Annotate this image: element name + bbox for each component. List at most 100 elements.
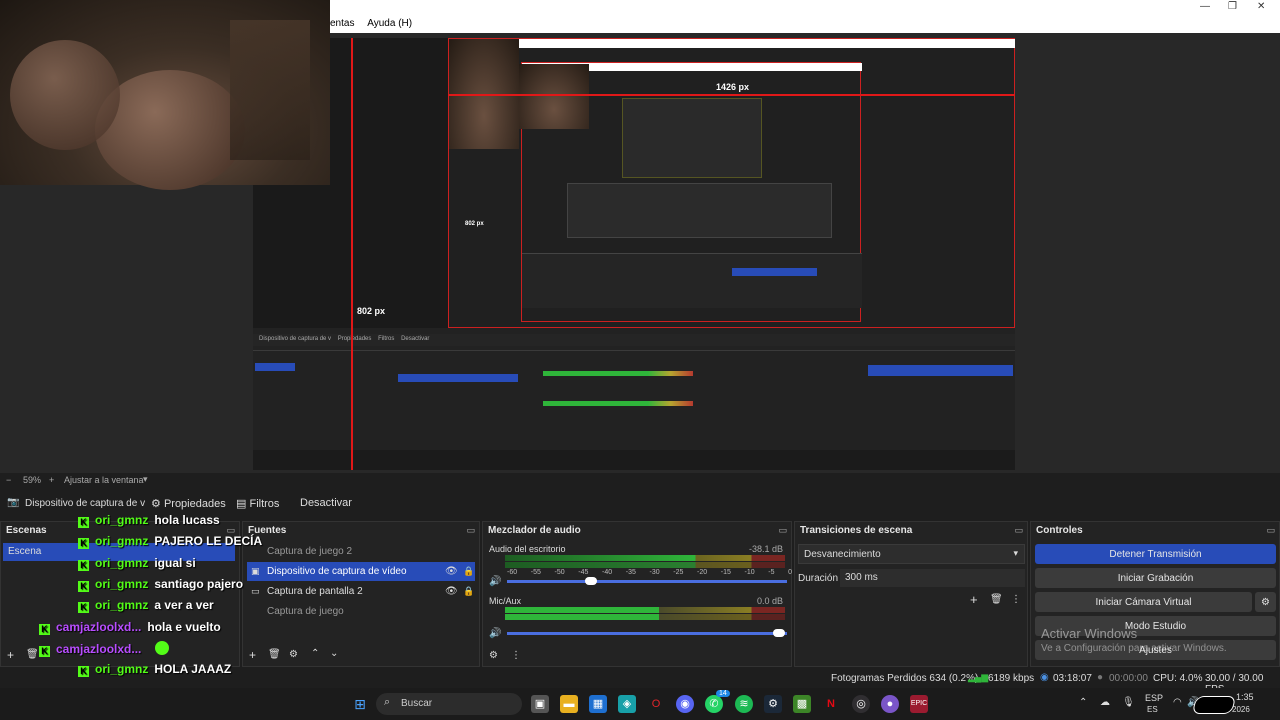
bitrate: 6189 kbps [988,673,1035,684]
clock-date[interactable]: 2026 [1232,705,1250,714]
chat-text: a ver a ver [154,598,214,612]
zoom-out-button[interactable]: − [6,475,11,485]
app-icon-purple[interactable]: ● [881,695,899,713]
chat-text: igual si [154,556,196,570]
deactivate-button[interactable]: Desactivar [292,493,360,515]
volume-slider[interactable] [507,580,787,583]
broadcast-icon: ◉ [1040,672,1049,683]
volume-meter [505,607,785,613]
close-icon[interactable]: ✕ [1257,1,1265,12]
source-item[interactable]: Captura de juego 2 [247,542,475,561]
properties-button[interactable]: ⚙ Propiedades [143,493,234,515]
stop-stream-button[interactable]: Detener Transmisión [1035,544,1276,564]
obs-icon[interactable]: ◎ [852,695,870,713]
sources-dock: Fuentes ▭ Captura de juego 2 Dispositivo… [242,521,480,667]
more-icon[interactable]: ⋮ [511,650,521,661]
volume-meter [505,555,785,561]
keyboard-layout: ES [1147,705,1158,714]
activation-watermark-text: Ve a Configuración para activar Windows. [1041,643,1227,654]
chevron-up-icon[interactable]: ⌃ [1079,697,1087,708]
add-transition-button[interactable]: + [970,592,978,607]
dock-menu-icon[interactable]: ▭ [778,525,787,536]
status-bar: Fotogramas Perdidos 634 (0.2%) ▂▄▆ 6189 … [0,668,1280,695]
kick-badge-icon: K [78,581,89,592]
file-explorer-icon[interactable]: ▬ [560,695,578,713]
wifi-icon[interactable]: ◠ [1173,697,1182,708]
add-source-button[interactable]: + [249,648,256,662]
source-item[interactable]: Dispositivo de captura de vídeo [247,562,475,581]
netflix-icon[interactable]: N [822,695,840,713]
add-scene-button[interactable]: + [7,648,14,662]
minecraft-icon[interactable]: ▩ [793,695,811,713]
transition-select[interactable]: Desvanecimiento ▾ [798,544,1025,564]
lock-icon[interactable]: 🔒 [463,566,474,577]
transition-selected-value: Desvanecimiento [804,549,881,560]
restore-icon[interactable]: ❐ [1228,1,1237,12]
gear-icon[interactable]: ⚙ [489,650,498,661]
chat-message: Kori_gmnz hola lucass [78,513,220,528]
signal-icon: ▂▄▆ [968,672,989,682]
volume-slider-handle[interactable] [585,577,597,585]
chevron-down-icon: ▾ [1013,548,1018,558]
move-down-icon[interactable]: ⌄ [330,648,338,659]
channel-name: Mic/Aux [489,596,522,606]
dock-menu-icon[interactable]: ▭ [1266,525,1275,536]
start-recording-button[interactable]: Iniciar Grabación [1035,568,1276,588]
duration-value: 300 ms [845,572,878,583]
spotify-icon[interactable]: ≋ [735,695,753,713]
properties-label: Propiedades [163,498,226,510]
chat-username: ori_gmnz [95,577,149,591]
cloud-icon[interactable]: ☁ [1100,697,1110,708]
mic-icon[interactable]: 🎙 [1122,697,1135,708]
windows-start-icon[interactable]: ⊞ [351,695,369,713]
zoom-in-button[interactable]: + [49,475,54,485]
epic-games-icon[interactable]: EPIC [910,695,928,713]
source-item[interactable]: Captura de pantalla 2 [247,582,475,601]
dock-menu-icon[interactable]: ▭ [466,525,475,536]
steam-icon[interactable]: ⚙ [764,695,782,713]
whatsapp-icon[interactable]: ✆ [705,695,723,713]
duration-input[interactable]: 300 ms [840,569,1025,587]
speaker-icon[interactable]: 🔊 [489,576,501,587]
mixer-title: Mezclador de audio [488,525,581,536]
eye-icon[interactable]: 👁 [445,586,458,597]
task-view-icon[interactable]: ▣ [531,695,549,713]
fit-window-button[interactable]: Ajustar a la ventana [64,475,144,485]
camera-icon: 📷 [7,497,20,508]
live-time: 03:18:07 [1053,673,1092,684]
filters-button[interactable]: ▤ Filtros [228,493,287,515]
preview-canvas[interactable]: Dispositivo de captura de v Propiedades … [253,38,1015,470]
dock-menu-icon[interactable]: ▭ [1014,525,1023,536]
language-indicator[interactable]: ESP [1145,693,1163,703]
menu-help[interactable]: Ayuda (H) [367,15,412,29]
more-icon[interactable]: ⋮ [1011,594,1021,605]
kick-badge-icon: K [78,517,89,528]
discord-icon[interactable]: ◉ [676,695,694,713]
speaker-icon[interactable]: 🔊 [489,628,501,639]
trash-icon[interactable]: 🗑 [26,649,39,660]
taskbar-search[interactable]: ⌕ Buscar [376,693,522,715]
volume-slider[interactable] [507,632,787,635]
clock-time[interactable]: 1:35 [1236,692,1254,702]
source-item[interactable]: Captura de juego [247,602,475,621]
virtual-camera-settings-button[interactable]: ⚙ [1255,592,1276,612]
store-icon[interactable]: ▦ [589,695,607,713]
trash-icon[interactable]: 🗑 [268,649,281,660]
monitor-icon: ▭ [251,586,260,596]
chevron-down-icon[interactable]: ▾ [143,474,148,485]
chat-username: camjazloolxd... [56,642,142,656]
trash-icon[interactable]: 🗑 [990,594,1003,605]
gear-icon[interactable]: ⚙ [289,649,298,660]
move-up-icon[interactable]: ⌃ [311,648,319,659]
chat-username: ori_gmnz [95,598,149,612]
minimize-icon[interactable]: — [1200,1,1210,12]
lock-icon[interactable]: 🔒 [463,586,474,597]
dropped-frames: Fotogramas Perdidos 634 (0.2%) [831,673,979,684]
menu-tools[interactable]: entas [330,15,354,29]
controls-title: Controles [1036,525,1083,536]
app-icon[interactable]: ◈ [618,695,636,713]
start-virtual-camera-button[interactable]: Iniciar Cámara Virtual [1035,592,1252,612]
volume-slider-handle[interactable] [773,629,785,637]
opera-icon[interactable]: O [647,695,665,713]
eye-icon[interactable]: 👁 [445,566,458,577]
